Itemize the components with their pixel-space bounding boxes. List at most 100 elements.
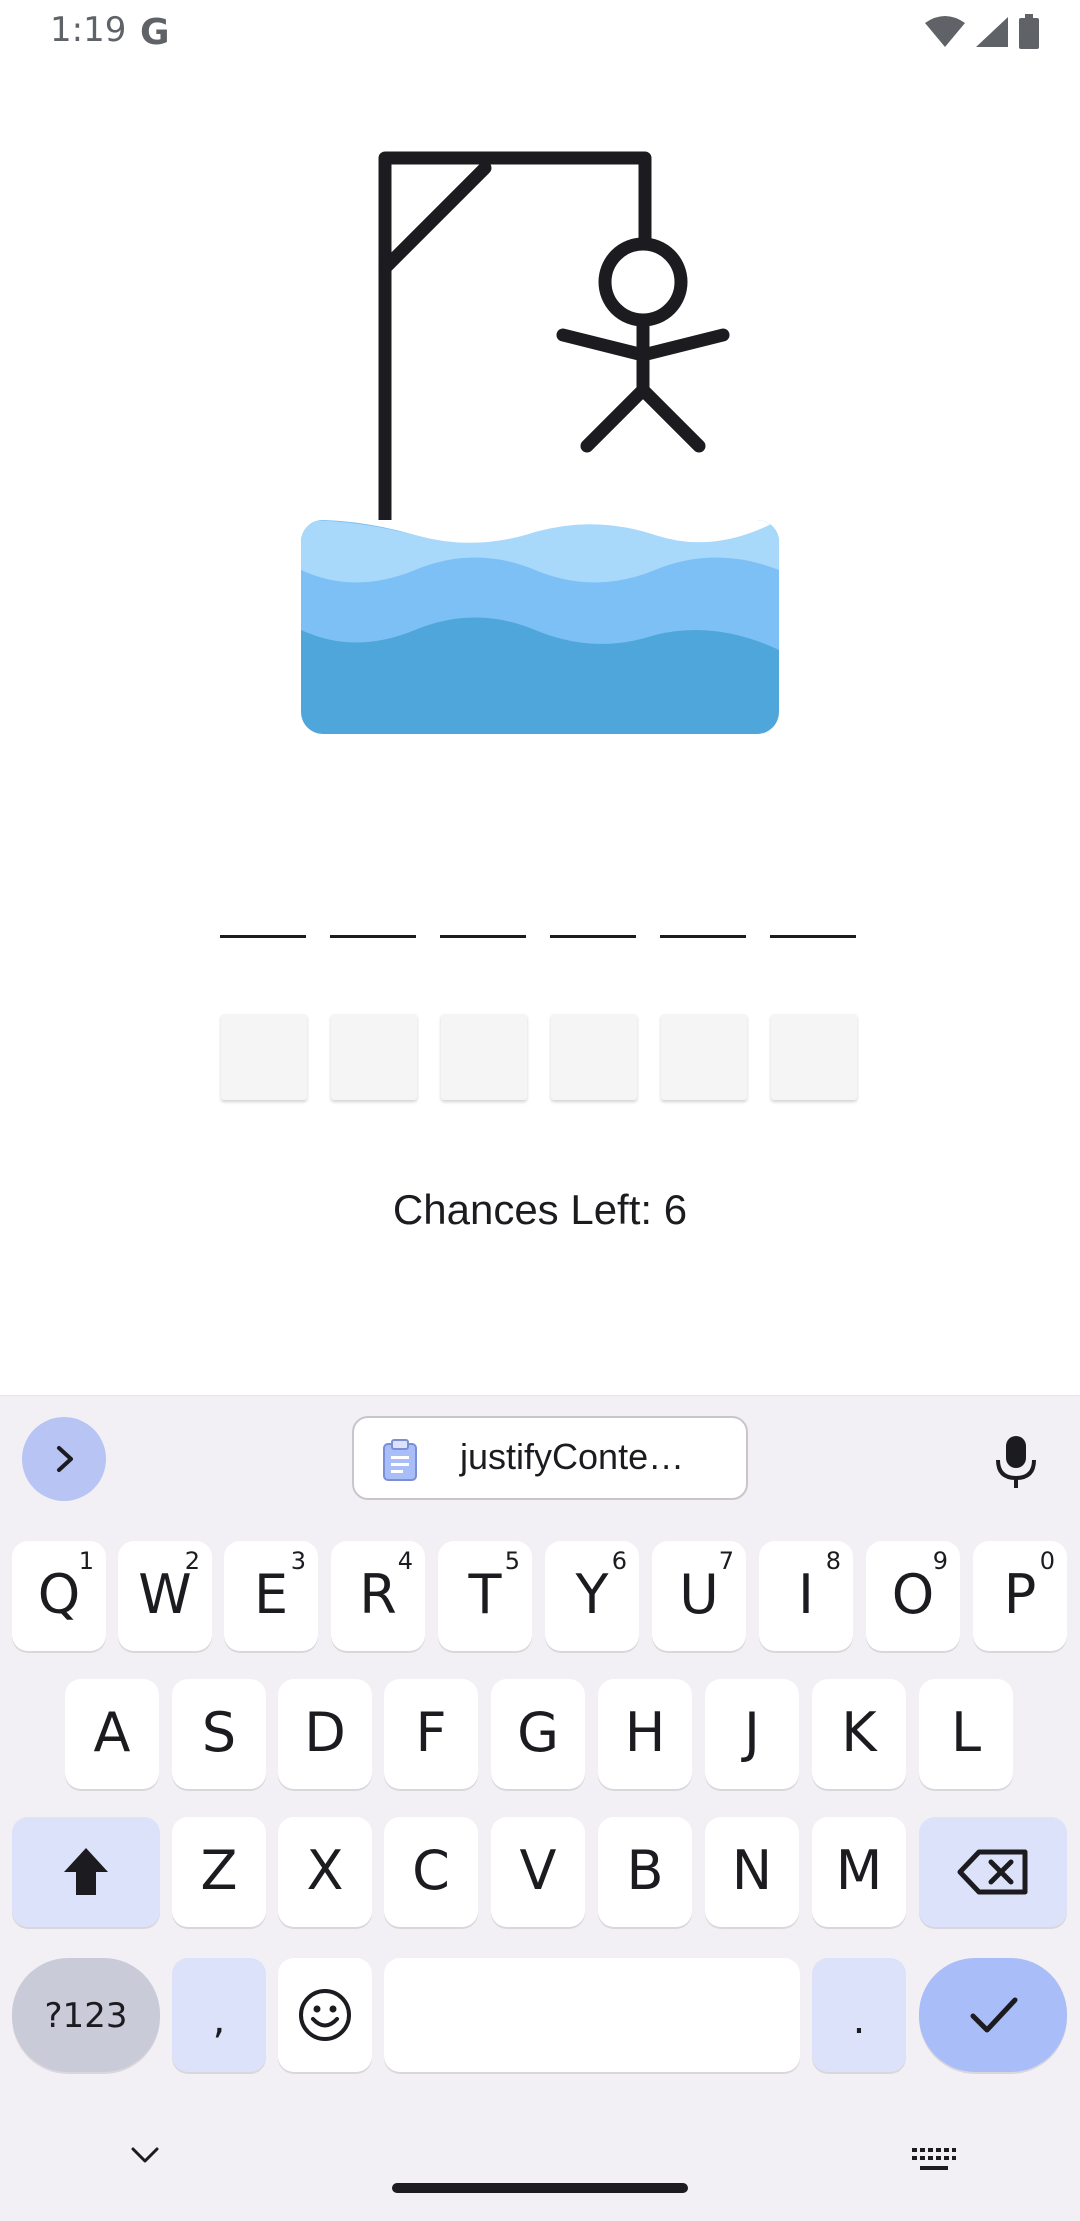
key-hint: 7 [718,1547,734,1575]
letter-input-2[interactable] [331,1014,417,1100]
key-d[interactable]: D [278,1679,372,1789]
key-hint: 4 [397,1547,413,1575]
key-label: B [626,1839,664,1902]
key-hint: 0 [1039,1547,1055,1575]
key-m[interactable]: M [812,1817,906,1927]
slot-underline [770,935,856,938]
done-key[interactable] [919,1958,1067,2072]
key-s[interactable]: S [172,1679,266,1789]
key-hint: 2 [184,1547,200,1575]
key-f[interactable]: F [384,1679,478,1789]
key-hint: 5 [504,1547,520,1575]
clipboard-text: justifyConte… [460,1436,685,1477]
key-c[interactable]: C [384,1817,478,1927]
checkmark-icon [970,1997,1018,2033]
key-label: , [212,1997,226,2043]
slot-underline [660,935,746,938]
keyboard-toolbar: justifyConte… [0,1396,1080,1526]
key-label: K [841,1701,877,1764]
space-key[interactable] [384,1958,800,2072]
key-r[interactable]: R4 [331,1541,425,1651]
key-g[interactable]: G [491,1679,585,1789]
key-h[interactable]: H [598,1679,692,1789]
word-slots [220,935,856,938]
water [301,520,779,734]
status-bar: 1:19 G [0,0,1080,66]
clipboard-icon [383,1439,417,1481]
letter-input-5[interactable] [661,1014,747,1100]
letter-input-4[interactable] [551,1014,637,1100]
key-label: M [835,1839,883,1902]
key-hint: 8 [825,1547,841,1575]
signal-icon [976,17,1008,47]
key-hint: 6 [611,1547,627,1575]
key-z[interactable]: Z [172,1817,266,1927]
key-x[interactable]: X [278,1817,372,1927]
emoji-key[interactable] [278,1958,372,2072]
key-label: J [744,1701,760,1764]
slot-underline [550,935,636,938]
soft-keyboard: justifyConte… Q1 W2 E3 R4 T5 Y6 U7 I8 O9… [0,1395,1080,2221]
period-key[interactable]: . [812,1958,906,2072]
wifi-icon [925,16,965,47]
key-label: S [201,1701,237,1764]
key-q[interactable]: Q1 [12,1541,106,1651]
slot-underline [440,935,526,938]
key-y[interactable]: Y6 [545,1541,639,1651]
backspace-key[interactable] [919,1817,1067,1927]
key-v[interactable]: V [491,1817,585,1927]
key-label: C [412,1839,450,1902]
home-gesture-bar[interactable] [392,2183,688,2193]
clipboard-suggestion-chip[interactable]: justifyConte… [352,1416,748,1500]
letter-input-1[interactable] [221,1014,307,1100]
symbols-key[interactable]: ?123 [12,1958,160,2072]
key-hint: 1 [78,1547,94,1575]
battery-icon [1019,14,1039,49]
key-label: H [624,1701,666,1764]
chevron-right-icon [57,1446,73,1472]
key-l[interactable]: L [919,1679,1013,1789]
expand-toolbar-button[interactable] [22,1417,106,1501]
shift-icon [64,1848,108,1895]
hangman-illustration [301,151,779,734]
status-time: 1:19 [50,10,127,50]
keyboard-switch-icon[interactable] [912,2148,956,2174]
key-u[interactable]: U7 [652,1541,746,1651]
key-k[interactable]: K [812,1679,906,1789]
key-label: X [306,1839,344,1902]
hide-keyboard-chevron-icon[interactable] [130,2145,160,2165]
slot-underline [220,935,306,938]
shift-key[interactable] [12,1817,160,1927]
navigation-bar [0,2100,1080,2220]
microphone-icon[interactable] [990,1434,1042,1490]
key-n[interactable]: N [705,1817,799,1927]
letter-inputs [221,1014,857,1100]
emoji-icon [299,1989,351,2041]
key-i[interactable]: I8 [759,1541,853,1651]
key-w[interactable]: W2 [118,1541,212,1651]
key-j[interactable]: J [705,1679,799,1789]
gallows [378,151,652,557]
stick-figure [556,237,730,453]
comma-key[interactable]: , [172,1958,266,2072]
key-t[interactable]: T5 [438,1541,532,1651]
key-label: . [852,1997,866,2043]
key-label: Z [200,1839,238,1902]
key-label: G [517,1701,559,1764]
key-o[interactable]: O9 [866,1541,960,1651]
backspace-icon [957,1849,1028,1895]
key-label: F [415,1701,447,1764]
chances-left-text: Chances Left: 6 [392,1186,688,1233]
key-label: D [304,1701,346,1764]
key-e[interactable]: E3 [224,1541,318,1651]
key-b[interactable]: B [598,1817,692,1927]
key-hint: 9 [932,1547,948,1575]
status-icons [924,14,1040,50]
key-p[interactable]: P0 [973,1541,1067,1651]
key-a[interactable]: A [65,1679,159,1789]
slot-underline [330,935,416,938]
google-icon: G [140,12,170,53]
key-label: L [950,1701,982,1764]
letter-input-3[interactable] [441,1014,527,1100]
letter-input-6[interactable] [771,1014,857,1100]
